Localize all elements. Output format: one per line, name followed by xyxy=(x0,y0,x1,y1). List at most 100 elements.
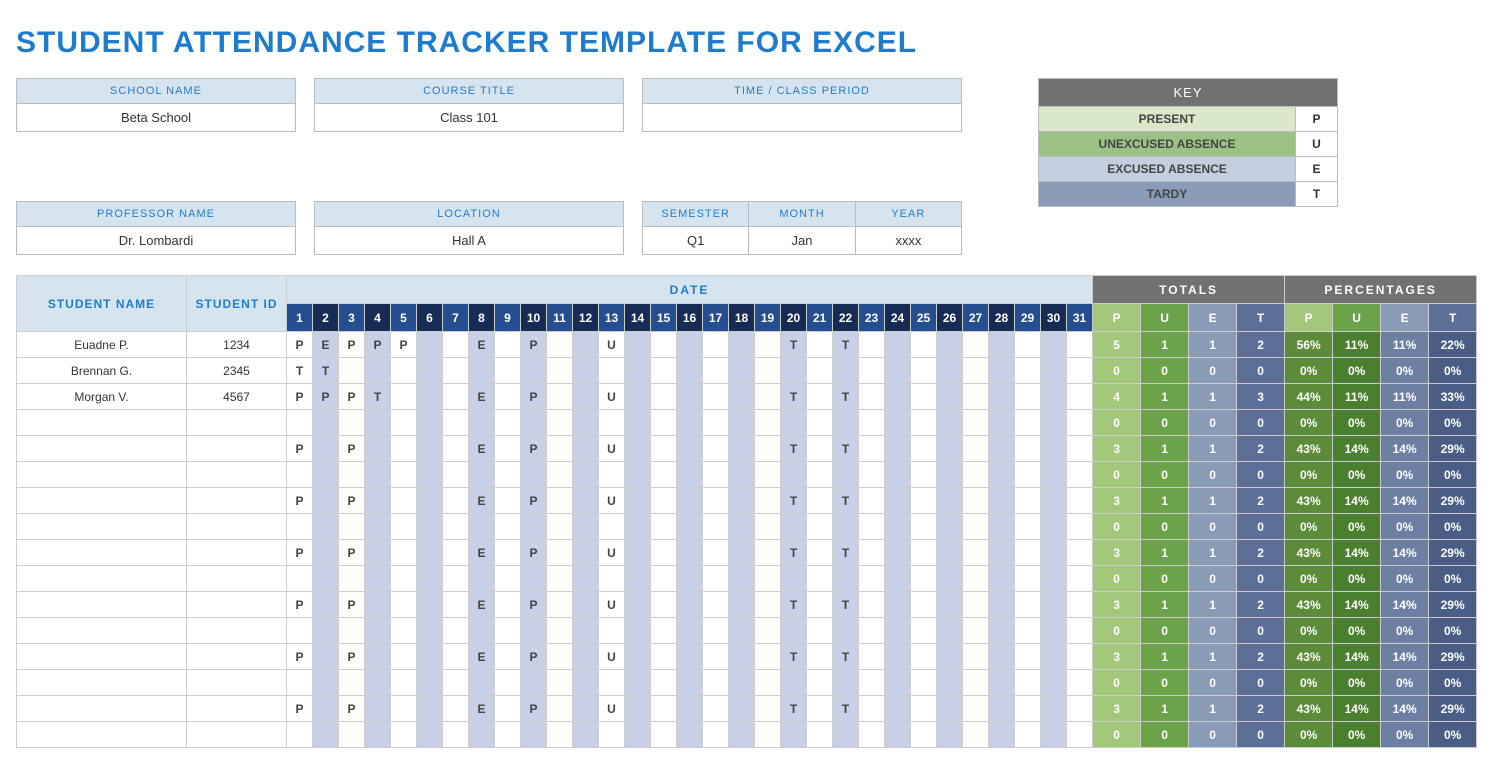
student-id-cell[interactable]: 1234 xyxy=(187,332,287,358)
day-cell[interactable] xyxy=(365,696,391,722)
day-cell[interactable]: T xyxy=(781,332,807,358)
day-cell[interactable] xyxy=(703,384,729,410)
day-cell[interactable] xyxy=(937,410,963,436)
day-cell[interactable]: P xyxy=(339,332,365,358)
day-cell[interactable] xyxy=(1041,722,1067,748)
day-cell[interactable]: P xyxy=(339,644,365,670)
student-name-cell[interactable] xyxy=(17,540,187,566)
day-cell[interactable] xyxy=(599,618,625,644)
day-cell[interactable] xyxy=(417,566,443,592)
day-cell[interactable]: T xyxy=(833,436,859,462)
student-name-cell[interactable] xyxy=(17,410,187,436)
day-cell[interactable] xyxy=(703,696,729,722)
day-cell[interactable]: P xyxy=(521,488,547,514)
day-cell[interactable] xyxy=(963,488,989,514)
day-cell[interactable] xyxy=(729,618,755,644)
day-cell[interactable] xyxy=(911,696,937,722)
day-cell[interactable] xyxy=(443,592,469,618)
day-cell[interactable] xyxy=(755,436,781,462)
day-cell[interactable] xyxy=(313,514,339,540)
day-cell[interactable] xyxy=(547,410,573,436)
day-cell[interactable] xyxy=(729,644,755,670)
day-cell[interactable] xyxy=(1067,670,1093,696)
day-cell[interactable] xyxy=(651,644,677,670)
day-cell[interactable] xyxy=(807,592,833,618)
day-cell[interactable] xyxy=(443,566,469,592)
day-cell[interactable] xyxy=(1015,410,1041,436)
student-id-cell[interactable] xyxy=(187,592,287,618)
day-cell[interactable] xyxy=(313,592,339,618)
day-cell[interactable] xyxy=(703,592,729,618)
day-cell[interactable] xyxy=(911,410,937,436)
day-cell[interactable] xyxy=(911,358,937,384)
day-cell[interactable] xyxy=(547,618,573,644)
day-cell[interactable]: P xyxy=(339,384,365,410)
day-cell[interactable] xyxy=(573,436,599,462)
day-cell[interactable]: P xyxy=(287,488,313,514)
day-cell[interactable] xyxy=(573,488,599,514)
day-cell[interactable] xyxy=(755,696,781,722)
day-cell[interactable]: P xyxy=(339,592,365,618)
day-cell[interactable] xyxy=(963,540,989,566)
day-cell[interactable] xyxy=(1041,332,1067,358)
day-cell[interactable]: T xyxy=(781,436,807,462)
day-cell[interactable] xyxy=(1067,358,1093,384)
day-cell[interactable] xyxy=(989,358,1015,384)
student-name-cell[interactable] xyxy=(17,670,187,696)
day-cell[interactable] xyxy=(729,592,755,618)
student-id-cell[interactable] xyxy=(187,670,287,696)
day-cell[interactable] xyxy=(755,540,781,566)
day-cell[interactable] xyxy=(391,644,417,670)
day-cell[interactable] xyxy=(807,384,833,410)
day-cell[interactable] xyxy=(417,696,443,722)
day-cell[interactable] xyxy=(833,358,859,384)
student-id-cell[interactable] xyxy=(187,488,287,514)
day-cell[interactable] xyxy=(391,618,417,644)
day-cell[interactable]: P xyxy=(365,332,391,358)
day-cell[interactable] xyxy=(885,384,911,410)
day-cell[interactable] xyxy=(677,384,703,410)
day-cell[interactable]: T xyxy=(781,644,807,670)
day-cell[interactable] xyxy=(729,410,755,436)
day-cell[interactable] xyxy=(1067,332,1093,358)
day-cell[interactable] xyxy=(677,722,703,748)
day-cell[interactable] xyxy=(573,410,599,436)
day-cell[interactable] xyxy=(573,384,599,410)
day-cell[interactable] xyxy=(937,332,963,358)
day-cell[interactable] xyxy=(755,566,781,592)
period-value[interactable] xyxy=(643,103,961,131)
day-cell[interactable] xyxy=(703,566,729,592)
day-cell[interactable] xyxy=(547,332,573,358)
day-cell[interactable]: P xyxy=(339,540,365,566)
day-cell[interactable] xyxy=(1067,722,1093,748)
day-cell[interactable] xyxy=(807,332,833,358)
student-name-cell[interactable] xyxy=(17,566,187,592)
day-cell[interactable] xyxy=(703,514,729,540)
day-cell[interactable] xyxy=(755,410,781,436)
day-cell[interactable] xyxy=(1041,358,1067,384)
day-cell[interactable] xyxy=(287,514,313,540)
day-cell[interactable] xyxy=(573,332,599,358)
day-cell[interactable] xyxy=(729,722,755,748)
day-cell[interactable] xyxy=(651,670,677,696)
semester-value[interactable]: Q1 xyxy=(643,226,748,254)
day-cell[interactable]: P xyxy=(521,540,547,566)
day-cell[interactable]: T xyxy=(833,644,859,670)
day-cell[interactable] xyxy=(521,566,547,592)
day-cell[interactable] xyxy=(651,696,677,722)
day-cell[interactable] xyxy=(391,592,417,618)
day-cell[interactable] xyxy=(599,410,625,436)
day-cell[interactable] xyxy=(963,566,989,592)
day-cell[interactable] xyxy=(807,540,833,566)
day-cell[interactable] xyxy=(313,644,339,670)
day-cell[interactable] xyxy=(313,722,339,748)
student-name-cell[interactable] xyxy=(17,488,187,514)
day-cell[interactable] xyxy=(495,514,521,540)
day-cell[interactable] xyxy=(599,514,625,540)
day-cell[interactable] xyxy=(755,332,781,358)
day-cell[interactable] xyxy=(313,670,339,696)
day-cell[interactable] xyxy=(495,618,521,644)
day-cell[interactable] xyxy=(937,540,963,566)
day-cell[interactable] xyxy=(1067,592,1093,618)
day-cell[interactable] xyxy=(755,462,781,488)
